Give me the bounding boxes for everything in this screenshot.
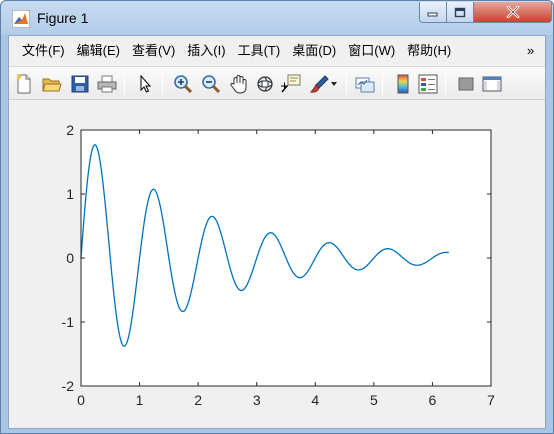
toolbar-separator bbox=[124, 73, 125, 95]
zoom-out-icon bbox=[202, 75, 221, 94]
menu-edit[interactable]: 编辑(E) bbox=[71, 40, 126, 62]
open-file-button[interactable] bbox=[41, 74, 63, 94]
insert-legend-button[interactable] bbox=[417, 74, 439, 94]
y-tick-label: -1 bbox=[62, 314, 75, 330]
menu-file[interactable]: 文件(F) bbox=[14, 40, 71, 62]
x-tick-label: 6 bbox=[429, 392, 437, 408]
x-tick-label: 1 bbox=[136, 392, 144, 408]
minimize-button[interactable] bbox=[419, 2, 447, 23]
menu-help[interactable]: 帮助(H) bbox=[401, 40, 457, 62]
y-tick-label: 1 bbox=[66, 186, 74, 202]
brush-dropdown-button[interactable] bbox=[328, 74, 340, 94]
close-button[interactable] bbox=[474, 2, 552, 23]
x-tick-label: 2 bbox=[194, 392, 202, 408]
select-arrow-icon bbox=[140, 75, 152, 93]
open-file-icon bbox=[42, 78, 62, 92]
insert-colorbar-button[interactable] bbox=[392, 74, 414, 94]
save-icon bbox=[71, 75, 89, 93]
menu-view[interactable]: 查看(V) bbox=[126, 40, 181, 62]
save-button[interactable] bbox=[69, 74, 91, 94]
brush-dropdown-icon bbox=[331, 82, 337, 86]
pan-button[interactable] bbox=[228, 74, 250, 94]
close-icon bbox=[506, 6, 519, 18]
zoom-in-icon bbox=[174, 75, 193, 94]
figure-toolbar bbox=[9, 66, 545, 100]
link-plot-button[interactable] bbox=[354, 74, 376, 94]
toolbar-separator bbox=[445, 73, 446, 95]
maximize-button[interactable] bbox=[447, 2, 474, 23]
window-title: Figure 1 bbox=[37, 10, 89, 26]
colorbar-icon bbox=[397, 74, 409, 94]
x-tick-label: 3 bbox=[253, 392, 261, 408]
menu-desktop[interactable]: 桌面(D) bbox=[286, 40, 342, 62]
menu-window[interactable]: 窗口(W) bbox=[342, 40, 401, 62]
link-plot-icon bbox=[355, 77, 375, 93]
menu-insert[interactable]: 插入(I) bbox=[181, 40, 231, 62]
y-tick-label: -2 bbox=[62, 378, 75, 394]
minimize-icon bbox=[427, 12, 438, 17]
menu-bar: 文件(F) 编辑(E) 查看(V) 插入(I) 工具(T) 桌面(D) 窗口(W… bbox=[9, 36, 545, 66]
hide-plot-tools-icon bbox=[458, 77, 474, 91]
show-plot-tools-button[interactable] bbox=[481, 74, 503, 94]
figure-canvas[interactable]: 0 1 2 3 4 5 6 7 -2 -1 0 1 2 bbox=[9, 100, 545, 428]
x-tick-label: 5 bbox=[370, 392, 378, 408]
rotate-3d-icon bbox=[257, 76, 273, 92]
print-icon bbox=[97, 75, 117, 93]
x-tick-label: 4 bbox=[311, 392, 319, 408]
rotate-3d-button[interactable] bbox=[254, 74, 276, 94]
brush-button[interactable] bbox=[308, 74, 330, 94]
y-tick-label: 0 bbox=[66, 250, 74, 266]
edit-plot-button[interactable] bbox=[134, 74, 156, 94]
data-cursor-icon bbox=[281, 74, 301, 93]
data-cursor-button[interactable] bbox=[280, 74, 302, 94]
x-tick-label: 7 bbox=[487, 392, 495, 408]
x-tick-label: 0 bbox=[77, 392, 85, 408]
new-figure-icon bbox=[16, 74, 31, 94]
new-figure-button[interactable] bbox=[13, 74, 35, 94]
y-tick-label: 2 bbox=[66, 122, 74, 138]
toolbar-separator bbox=[346, 73, 347, 95]
brush-icon bbox=[309, 75, 329, 93]
pan-hand-icon bbox=[230, 74, 247, 94]
title-bar[interactable]: Figure 1 bbox=[1, 1, 553, 35]
zoom-in-button[interactable] bbox=[172, 74, 194, 94]
hide-plot-tools-button[interactable] bbox=[455, 74, 477, 94]
toolbar-separator bbox=[162, 73, 163, 95]
maximize-icon bbox=[454, 7, 466, 17]
menu-overflow-chevron[interactable]: » bbox=[527, 42, 541, 60]
print-button[interactable] bbox=[96, 74, 118, 94]
figure-window: Figure 1 文件(F) 编辑(E) 查看(V) 插入(I) 工具(T) 桌… bbox=[0, 0, 554, 434]
zoom-out-button[interactable] bbox=[200, 74, 222, 94]
menu-tools[interactable]: 工具(T) bbox=[232, 40, 287, 62]
plot-axes[interactable]: 0 1 2 3 4 5 6 7 -2 -1 0 1 2 bbox=[9, 100, 545, 428]
figure-client-area: 文件(F) 编辑(E) 查看(V) 插入(I) 工具(T) 桌面(D) 窗口(W… bbox=[8, 35, 546, 429]
legend-icon bbox=[418, 74, 438, 94]
toolbar-separator bbox=[382, 73, 383, 95]
show-plot-tools-icon bbox=[482, 76, 502, 92]
matlab-logo-icon[interactable] bbox=[12, 10, 30, 28]
